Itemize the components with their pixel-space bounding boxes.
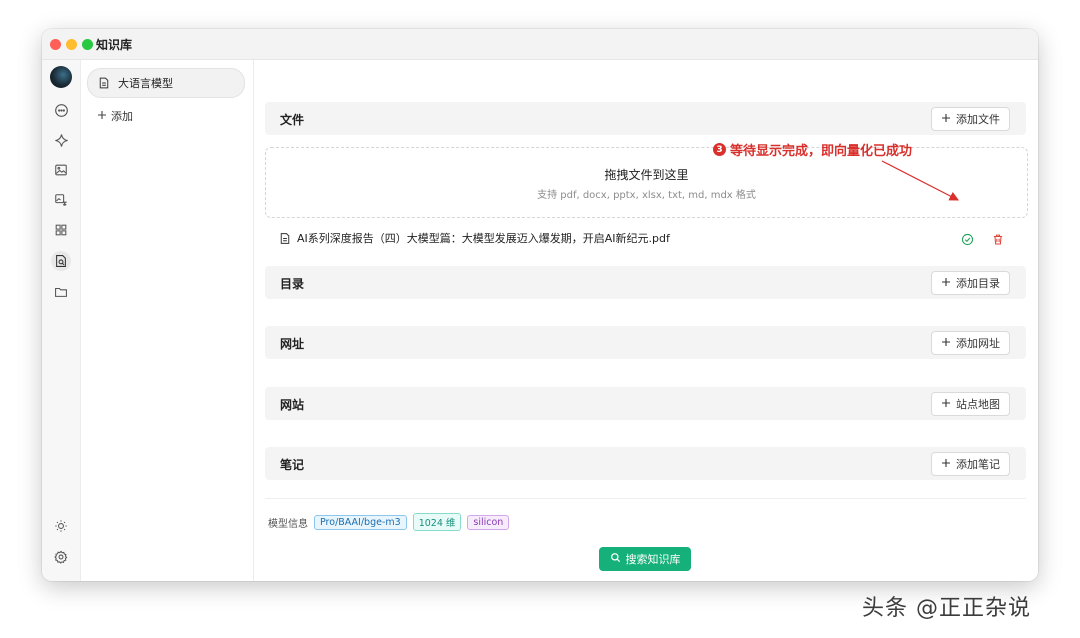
- annotation-callout: 3 等待显示完成，即向量化已成功: [713, 140, 912, 159]
- app-window: 知识库 大语言模型 添加 文件 添加文件 拖拽文件到这里 支持 pdf, doc…: [42, 29, 1038, 581]
- sitemap-button[interactable]: 站点地图: [931, 392, 1010, 416]
- add-url-label: 添加网址: [956, 337, 1000, 350]
- add-note-button[interactable]: 添加笔记: [931, 452, 1010, 476]
- add-file-label: 添加文件: [956, 113, 1000, 126]
- sitemap-label: 站点地图: [956, 398, 1000, 411]
- notes-section-header: 笔记 添加笔记: [265, 447, 1026, 480]
- add-directory-label: 添加目录: [956, 277, 1000, 290]
- add-directory-button[interactable]: 添加目录: [931, 271, 1010, 295]
- drop-zone-title: 拖拽文件到这里: [604, 168, 689, 182]
- file-list-item: AI系列深度报告（四）大模型篇：大模型发展迈入爆发期，开启AI新纪元.pdf: [265, 225, 1026, 251]
- divider: [265, 498, 1026, 499]
- delete-trash-icon[interactable]: [992, 231, 1004, 250]
- plus-icon: [941, 398, 951, 411]
- theme-sun-icon[interactable]: [51, 516, 71, 536]
- minimize-window-button[interactable]: [66, 39, 77, 50]
- image-icon[interactable]: [51, 160, 71, 180]
- sidebar-item-knowledge-base[interactable]: 大语言模型: [87, 68, 245, 98]
- avatar[interactable]: [50, 66, 72, 88]
- document-icon: [98, 77, 110, 89]
- add-label: 添加: [111, 110, 133, 123]
- watermark: 头条 @正正杂说: [862, 596, 1031, 621]
- knowledge-base-sidebar: 大语言模型 添加: [81, 60, 254, 581]
- add-knowledge-base-button[interactable]: 添加: [97, 108, 133, 124]
- sparkle-icon[interactable]: [51, 130, 71, 150]
- notes-section-title: 笔记: [280, 458, 305, 472]
- provider-tag: silicon: [467, 514, 510, 530]
- file-name: AI系列深度报告（四）大模型篇：大模型发展迈入爆发期，开启AI新纪元.pdf: [297, 232, 670, 245]
- chat-icon[interactable]: [51, 100, 71, 120]
- model-info: 模型信息 Pro/BAAI/bge-m3 1024 维 silicon: [268, 513, 510, 531]
- settings-gear-icon[interactable]: [51, 547, 71, 567]
- add-note-label: 添加笔记: [956, 458, 1000, 471]
- check-circle-icon: [961, 231, 974, 250]
- directory-section-title: 目录: [280, 277, 305, 291]
- folder-icon[interactable]: [51, 282, 71, 302]
- window-title: 知识库: [96, 38, 133, 52]
- add-url-button[interactable]: 添加网址: [931, 331, 1010, 355]
- file-drop-zone[interactable]: 拖拽文件到这里 支持 pdf, docx, pptx, xlsx, txt, m…: [265, 147, 1028, 218]
- document-icon: [279, 232, 291, 245]
- plus-icon: [97, 110, 107, 123]
- url-section-title: 网址: [280, 337, 305, 351]
- knowledge-base-name: 大语言模型: [118, 77, 173, 90]
- title-bar: 知识库: [42, 29, 1038, 60]
- plus-icon: [941, 113, 951, 126]
- add-file-button[interactable]: 添加文件: [931, 107, 1010, 131]
- plus-icon: [941, 458, 951, 471]
- dimension-tag: 1024 维: [412, 513, 462, 531]
- annotation-number: 3: [713, 143, 726, 156]
- search-button-label: 搜索知识库: [625, 553, 681, 566]
- website-section-title: 网站: [280, 398, 305, 412]
- icon-navigation-bar: [42, 60, 81, 581]
- search-icon: [610, 552, 621, 566]
- url-section-header: 网址 添加网址: [265, 326, 1026, 359]
- files-section-title: 文件: [280, 113, 305, 127]
- model-name-tag: Pro/BAAI/bge-m3: [314, 514, 407, 530]
- drop-zone-subtitle: 支持 pdf, docx, pptx, xlsx, txt, md, mdx 格…: [537, 190, 756, 201]
- directory-section-header: 目录 添加目录: [265, 266, 1026, 299]
- plus-icon: [941, 277, 951, 290]
- plus-icon: [941, 337, 951, 350]
- knowledge-base-icon[interactable]: [51, 251, 71, 271]
- model-info-label: 模型信息: [268, 518, 308, 530]
- search-knowledge-base-button[interactable]: 搜索知识库: [599, 547, 691, 571]
- annotation-text: 等待显示完成，即向量化已成功: [730, 144, 913, 159]
- zoom-window-button[interactable]: [82, 39, 93, 50]
- image-translate-icon[interactable]: [51, 190, 71, 210]
- files-section-header: 文件 添加文件: [265, 102, 1026, 135]
- close-window-button[interactable]: [50, 39, 61, 50]
- apps-grid-icon[interactable]: [51, 220, 71, 240]
- main-content: 文件 添加文件 拖拽文件到这里 支持 pdf, docx, pptx, xlsx…: [254, 60, 1038, 581]
- website-section-header: 网站 站点地图: [265, 387, 1026, 420]
